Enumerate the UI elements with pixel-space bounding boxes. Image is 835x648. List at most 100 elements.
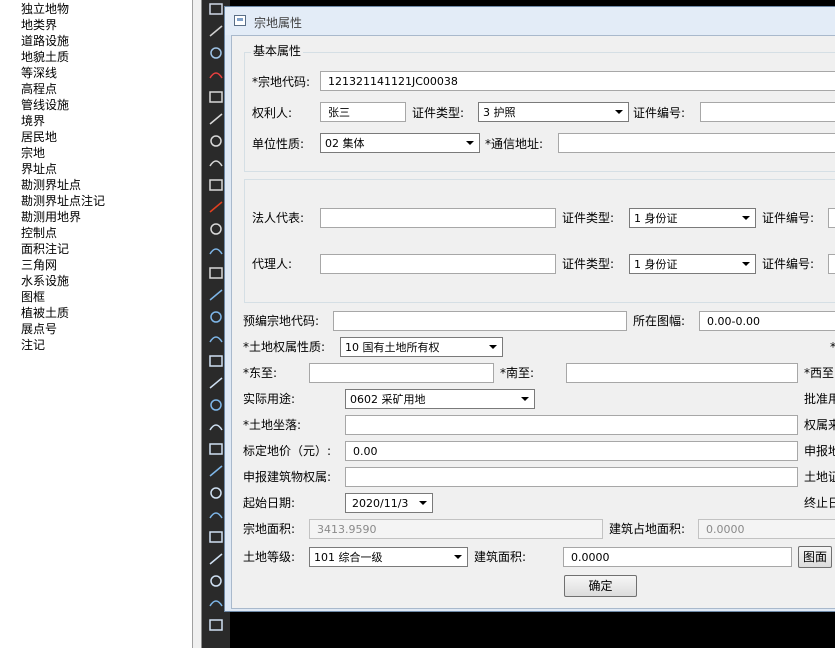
- hatch-icon[interactable]: [208, 134, 224, 148]
- rect2-icon[interactable]: [208, 376, 224, 390]
- polyline-icon[interactable]: [208, 90, 224, 104]
- building-footprint-label: 建筑占地面积:: [609, 522, 686, 536]
- point-icon[interactable]: [208, 508, 224, 522]
- panel-splitter[interactable]: [193, 0, 202, 648]
- declared-building-input[interactable]: [345, 467, 798, 487]
- agent-id-type-value: 1 身份证: [634, 258, 678, 271]
- unit-nature-label: 单位性质:: [252, 137, 305, 151]
- spline-icon[interactable]: [208, 266, 224, 280]
- layer-item[interactable]: 境界: [21, 113, 45, 129]
- layer-item[interactable]: 三角网: [21, 257, 57, 273]
- annotation-icon[interactable]: [208, 68, 224, 82]
- east-input[interactable]: [309, 363, 494, 383]
- agent-id-number-input[interactable]: [828, 254, 835, 274]
- ellipse-icon[interactable]: [208, 420, 224, 434]
- curve-icon[interactable]: [208, 332, 224, 346]
- bracket-icon[interactable]: [208, 178, 224, 192]
- polygon-icon[interactable]: [208, 354, 224, 368]
- ok-button[interactable]: 确定: [564, 575, 637, 597]
- actual-use-select[interactable]: 0602 采矿用地: [345, 389, 535, 409]
- start-date-picker[interactable]: 2020/11/3: [345, 493, 433, 513]
- layer-item[interactable]: 面积注记: [21, 241, 69, 257]
- layer-item[interactable]: 地貌土质: [21, 49, 69, 65]
- layer-item[interactable]: 界址点: [21, 161, 57, 177]
- legal-id-number-input[interactable]: [828, 208, 835, 228]
- layer-item[interactable]: 展点号: [21, 321, 57, 337]
- mail-address-label: *通信地址:: [485, 137, 544, 151]
- pre-code-label: 预编宗地代码:: [243, 314, 320, 328]
- legal-id-type-select[interactable]: 1 身份证: [629, 208, 756, 228]
- chevron-down-icon: [742, 216, 750, 220]
- chevron-down-icon: [615, 110, 623, 114]
- trim-icon[interactable]: [208, 530, 224, 544]
- building-area-input[interactable]: 0.0000: [563, 547, 792, 567]
- block-icon[interactable]: [208, 486, 224, 500]
- layer-item[interactable]: 管线设施: [21, 97, 69, 113]
- layer-item[interactable]: 宗地: [21, 145, 45, 161]
- location-input[interactable]: [345, 415, 798, 435]
- location-label: *土地坐落:: [243, 418, 302, 432]
- cloud-icon[interactable]: [208, 442, 224, 456]
- layer-item[interactable]: 勘测界址点: [21, 177, 81, 193]
- drawing-canvas[interactable]: [230, 612, 835, 648]
- arc-icon[interactable]: [208, 398, 224, 412]
- id-type-value: 3 护照: [483, 106, 516, 119]
- layer-item[interactable]: 注记: [21, 337, 45, 353]
- actual-use-label: 实际用途:: [243, 392, 296, 406]
- id-type-select[interactable]: 3 护照: [478, 102, 629, 122]
- land-right-label: *土地权属性质:: [243, 340, 326, 354]
- legal-rep-input[interactable]: [320, 208, 556, 228]
- agent-input[interactable]: [320, 254, 556, 274]
- drawing-button[interactable]: 图面: [798, 546, 832, 568]
- layer-item[interactable]: 等深线: [21, 65, 57, 81]
- agent-id-type-select[interactable]: 1 身份证: [629, 254, 756, 274]
- layer-item[interactable]: 高程点: [21, 81, 57, 97]
- layer-item[interactable]: 勘测界址点注记: [21, 193, 105, 209]
- parcel-attributes-dialog: 宗地属性 基本属性 *宗地代码: 121321141121JC00038 权利人…: [224, 6, 835, 612]
- spiral-icon[interactable]: [208, 464, 224, 478]
- insert-icon[interactable]: [208, 552, 224, 566]
- wave-icon[interactable]: [208, 24, 224, 38]
- land-grade-select[interactable]: 101 综合一级: [309, 547, 468, 567]
- grid-icon[interactable]: [208, 2, 224, 16]
- mail-address-input[interactable]: [558, 133, 835, 153]
- south-input[interactable]: [566, 363, 798, 383]
- dialog-titlebar[interactable]: 宗地属性: [225, 7, 835, 35]
- agent-id-type-label: 证件类型:: [562, 257, 615, 271]
- frame-icon[interactable]: [208, 618, 224, 632]
- layer-item[interactable]: 植被土质: [21, 305, 69, 321]
- parallel-icon[interactable]: [208, 156, 224, 170]
- rectangle-icon[interactable]: [208, 112, 224, 126]
- layer-item[interactable]: 勘测用地界: [21, 209, 81, 225]
- start-date-value: 2020/11/3: [352, 497, 409, 510]
- owner-input[interactable]: 张三: [320, 102, 406, 122]
- layer-list-panel: 独立地物 地类界 道路设施 地貌土质 等深线 高程点 管线设施 境界 居民地 宗地 界址点 勘测界址点…: [0, 0, 193, 648]
- id-type-label: 证件类型:: [412, 106, 465, 120]
- layer-item[interactable]: 居民地: [21, 129, 57, 145]
- id-number-input[interactable]: [700, 102, 835, 122]
- pre-code-input[interactable]: [333, 311, 627, 331]
- diagonal-icon[interactable]: [208, 288, 224, 302]
- layer-icon[interactable]: [208, 46, 224, 60]
- move-icon[interactable]: [208, 310, 224, 324]
- map-sheet-label: 所在图幅:: [633, 314, 686, 328]
- text-icon[interactable]: [208, 200, 224, 214]
- layer-item[interactable]: 图框: [21, 289, 45, 305]
- cross-icon[interactable]: [208, 596, 224, 610]
- layer-item[interactable]: 水系设施: [21, 273, 69, 289]
- layer-item[interactable]: 控制点: [21, 225, 57, 241]
- representative-group: [244, 179, 835, 303]
- map-sheet-input[interactable]: 0.00-0.00: [699, 311, 835, 331]
- layer-item[interactable]: 独立地物: [21, 1, 69, 17]
- unit-nature-select[interactable]: 02 集体: [320, 133, 480, 153]
- table-icon[interactable]: [208, 574, 224, 588]
- layer-item[interactable]: 道路设施: [21, 33, 69, 49]
- parcel-code-input[interactable]: 121321141121JC00038: [320, 71, 835, 91]
- approved-use-label: 批准用: [804, 392, 835, 406]
- land-price-input[interactable]: 0.00: [345, 441, 798, 461]
- layer-item[interactable]: 地类界: [21, 17, 57, 33]
- line-icon[interactable]: [208, 244, 224, 258]
- land-right-select[interactable]: 10 国有土地所有权: [340, 337, 503, 357]
- land-cert-label: 土地证: [804, 470, 835, 484]
- circle-icon[interactable]: [208, 222, 224, 236]
